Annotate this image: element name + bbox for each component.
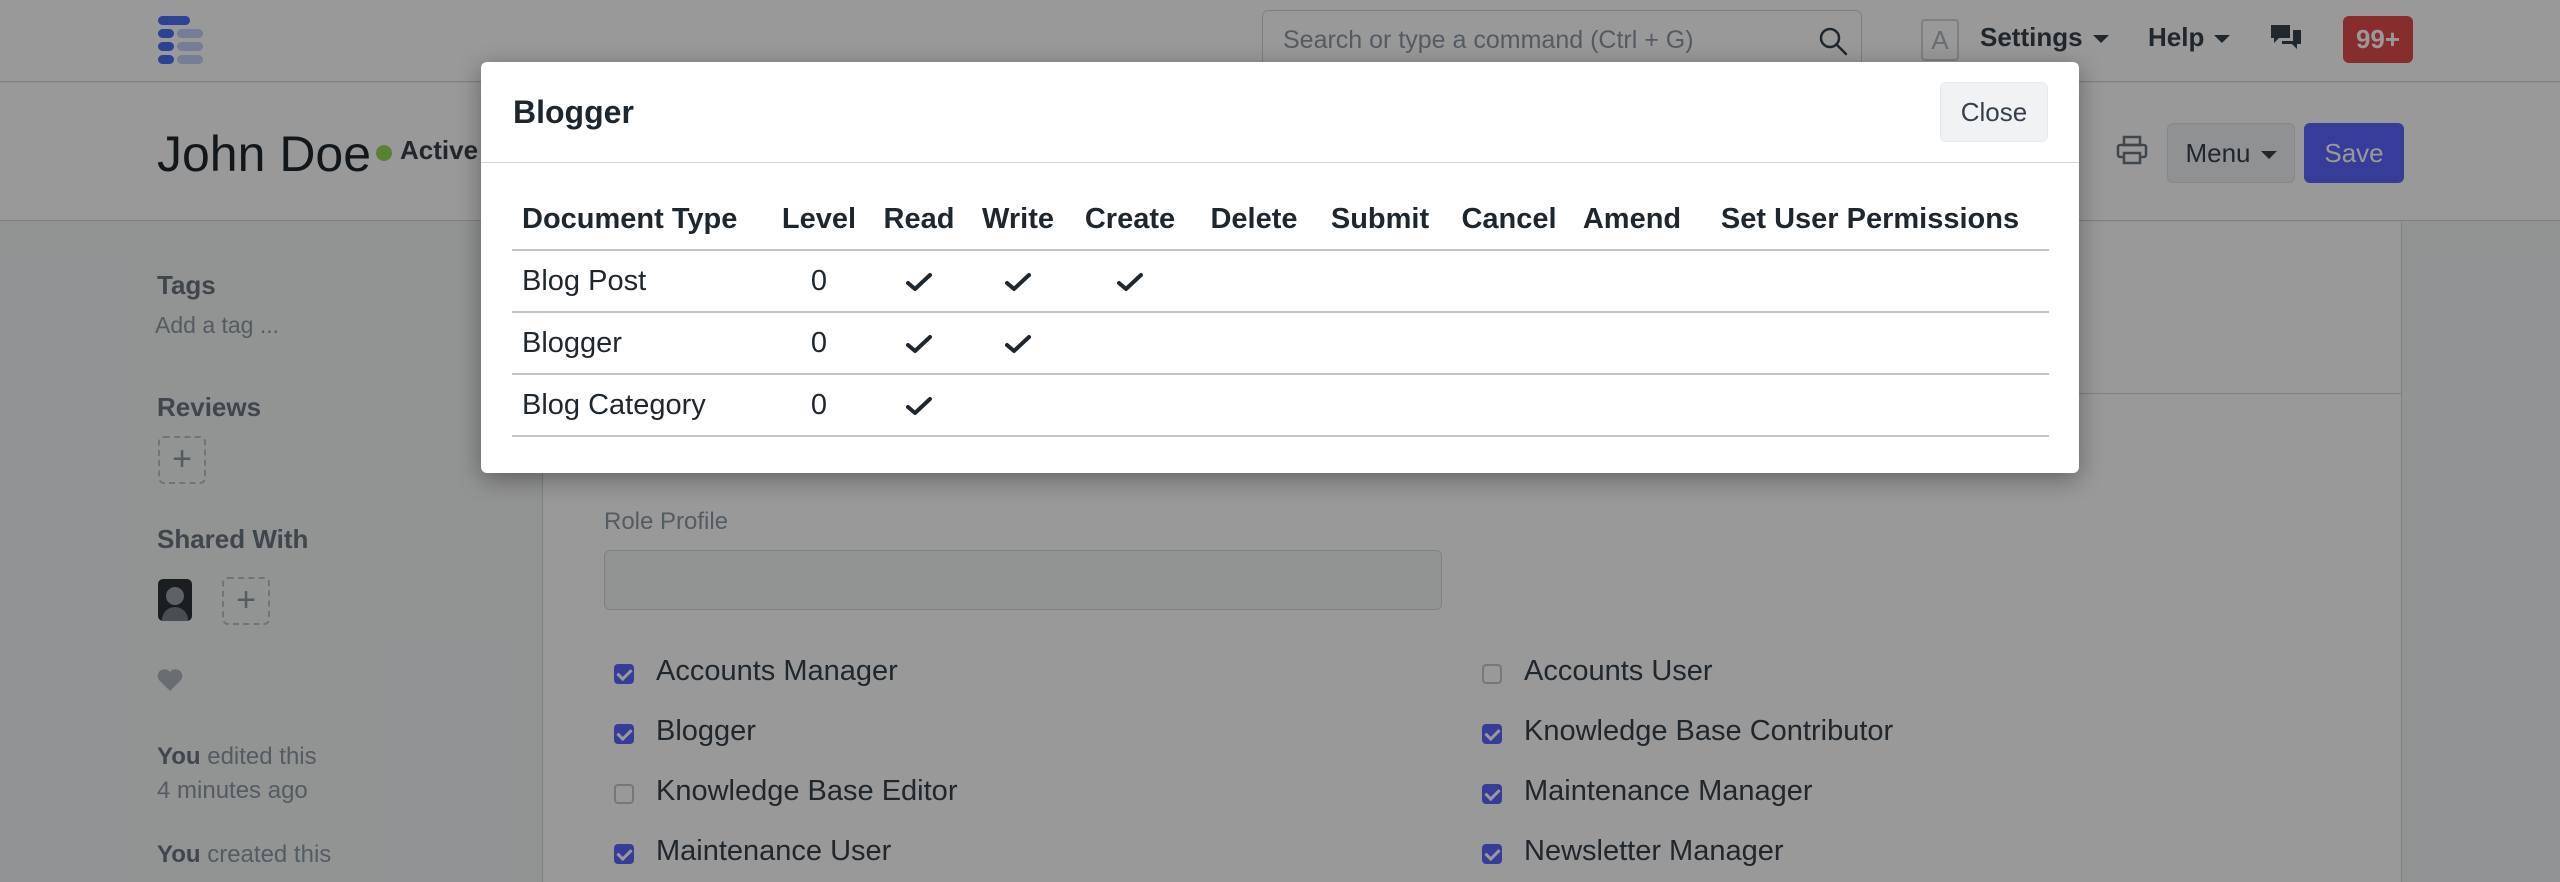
column-header: Set User Permissions	[1691, 190, 2049, 251]
permission-cell-amend	[1573, 250, 1691, 313]
permission-cell-amend	[1573, 312, 1691, 375]
dialog-header: Blogger Close	[481, 62, 2079, 163]
permission-cell-read	[869, 250, 969, 313]
permission-cell-create	[1067, 312, 1193, 375]
level-cell: 0	[769, 250, 869, 313]
checkmark-icon	[1005, 334, 1031, 353]
permission-cell-set-user-permissions	[1691, 374, 2049, 437]
permission-cell-delete	[1193, 312, 1315, 375]
column-header: Write	[969, 190, 1067, 251]
column-header: Read	[869, 190, 969, 251]
permission-cell-amend	[1573, 374, 1691, 437]
document-type-cell: Blog Category	[512, 374, 769, 437]
permission-cell-create	[1067, 250, 1193, 313]
permissions-table: Document Type Level Read Write Create Delete S…	[512, 190, 2049, 437]
column-header: Submit	[1315, 190, 1445, 251]
permission-cell-write	[969, 374, 1067, 437]
permission-cell-cancel	[1445, 312, 1573, 375]
permission-cell-set-user-permissions	[1691, 250, 2049, 313]
permission-cell-cancel	[1445, 250, 1573, 313]
column-header: Level	[769, 190, 869, 251]
permission-cell-submit	[1315, 312, 1445, 375]
level-cell: 0	[769, 374, 869, 437]
column-header: Create	[1067, 190, 1193, 251]
permission-cell-read	[869, 374, 969, 437]
checkmark-icon	[906, 272, 932, 291]
table-row: Blog Category 0	[512, 374, 2049, 437]
role-permissions-dialog: Blogger Close Document Type Level Read Writ…	[481, 62, 2079, 473]
document-type-cell: Blogger	[512, 312, 769, 375]
document-type-cell: Blog Post	[512, 250, 769, 313]
column-header: Cancel	[1445, 190, 1573, 251]
table-row: Blog Post 0	[512, 250, 2049, 313]
checkmark-icon	[1117, 272, 1143, 291]
column-header: Document Type	[512, 190, 769, 251]
checkmark-icon	[906, 334, 932, 353]
permission-cell-create	[1067, 374, 1193, 437]
permission-cell-write	[969, 312, 1067, 375]
permission-cell-set-user-permissions	[1691, 312, 2049, 375]
permission-cell-delete	[1193, 374, 1315, 437]
permission-cell-write	[969, 250, 1067, 313]
column-header: Amend	[1573, 190, 1691, 251]
permission-cell-delete	[1193, 250, 1315, 313]
checkmark-icon	[906, 396, 932, 415]
permission-cell-submit	[1315, 374, 1445, 437]
permission-cell-cancel	[1445, 374, 1573, 437]
table-row: Blogger 0	[512, 312, 2049, 375]
checkmark-icon	[1005, 272, 1031, 291]
table-header-row: Document Type Level Read Write Create Delete S…	[512, 190, 2049, 251]
close-button[interactable]: Close	[1940, 82, 2048, 142]
column-header: Delete	[1193, 190, 1315, 251]
permission-cell-read	[869, 312, 969, 375]
permission-cell-submit	[1315, 250, 1445, 313]
dialog-title: Blogger	[513, 94, 634, 130]
level-cell: 0	[769, 312, 869, 375]
